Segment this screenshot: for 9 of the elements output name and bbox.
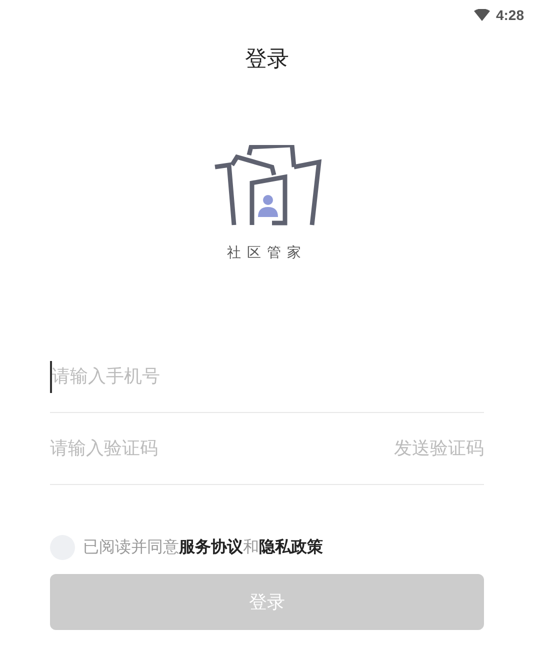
code-field[interactable]: 请输入验证码 xyxy=(50,432,300,464)
logo-caption: 社区管家 xyxy=(227,243,307,262)
page-title: 登录 xyxy=(245,45,289,73)
status-time: 4:28 xyxy=(496,6,524,24)
agreement-text: 已阅读并同意服务协议和隐私政策 xyxy=(83,537,323,558)
service-agreement-link[interactable]: 服务协议 xyxy=(179,538,243,556)
privacy-policy-link[interactable]: 隐私政策 xyxy=(259,538,323,556)
wifi-icon xyxy=(474,9,490,21)
phone-field[interactable]: 请输入手机号 xyxy=(50,360,484,392)
